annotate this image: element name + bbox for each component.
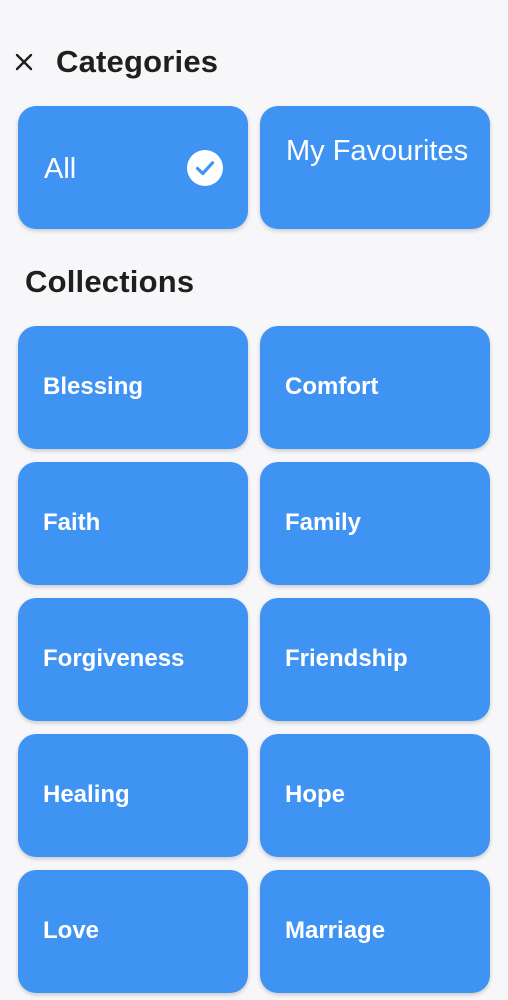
collection-card-forgiveness[interactable]: Forgiveness bbox=[18, 598, 248, 721]
close-icon bbox=[15, 53, 33, 71]
collection-card-label: Family bbox=[285, 509, 362, 536]
category-card-my-favourites[interactable]: My Favourites bbox=[260, 106, 490, 229]
collection-card-love[interactable]: Love bbox=[18, 870, 248, 993]
collections-heading: Collections bbox=[25, 264, 195, 299]
category-card-my-favourites-label: My Favourites bbox=[286, 135, 469, 167]
collection-card-blessing[interactable]: Blessing bbox=[18, 326, 248, 449]
close-button[interactable] bbox=[10, 48, 38, 76]
collection-card-label: Hope bbox=[285, 781, 345, 808]
collection-card-label: Friendship bbox=[285, 645, 408, 672]
collection-card-label: Comfort bbox=[285, 373, 379, 400]
collection-card-label: Forgiveness bbox=[43, 645, 185, 672]
collection-card-family[interactable]: Family bbox=[260, 462, 490, 585]
page-title: Categories bbox=[56, 44, 219, 79]
check-circle-icon bbox=[187, 150, 223, 186]
header: Categories bbox=[0, 40, 508, 90]
collection-card-label: Blessing bbox=[43, 373, 144, 400]
collection-card-label: Love bbox=[43, 917, 100, 944]
category-card-all-label: All bbox=[44, 153, 77, 185]
collection-card-label: Marriage bbox=[285, 917, 386, 944]
collection-card-friendship[interactable]: Friendship bbox=[260, 598, 490, 721]
collection-card-faith[interactable]: Faith bbox=[18, 462, 248, 585]
category-card-all[interactable]: All bbox=[18, 106, 248, 229]
collection-card-comfort[interactable]: Comfort bbox=[260, 326, 490, 449]
collection-card-hope[interactable]: Hope bbox=[260, 734, 490, 857]
collection-card-healing[interactable]: Healing bbox=[18, 734, 248, 857]
collection-card-marriage[interactable]: Marriage bbox=[260, 870, 490, 993]
collection-card-label: Healing bbox=[43, 781, 130, 808]
collection-card-label: Faith bbox=[43, 509, 101, 536]
categories-screen: Categories All My Favourites Collections… bbox=[0, 0, 508, 1000]
